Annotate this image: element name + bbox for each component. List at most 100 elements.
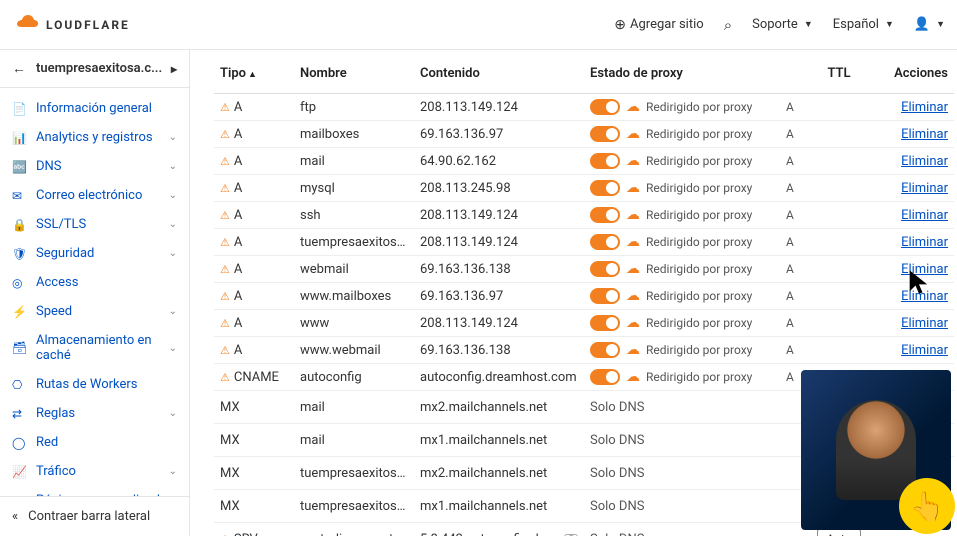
delete-link[interactable]: Eliminar [901,154,948,169]
cell-ttl [794,283,884,310]
sidebar-item-6[interactable]: ◎Access [0,268,189,297]
cell-content: 69.163.136.138 [414,337,584,364]
sidebar-item-4[interactable]: 🔒SSL/TLS⌄ [0,210,189,239]
table-row[interactable]: ⚠Atuempresaexitosa.c...208.113.149.124☁R… [214,229,954,256]
table-row[interactable]: ⚠Aftp208.113.149.124☁Redirigido por prox… [214,94,954,121]
proxy-toggle[interactable] [590,99,620,115]
cell-content: mx1.mailchannels.net [414,490,584,523]
cell-type: MX [214,424,294,457]
collapse-label: Contraer barra lateral [28,509,150,524]
cell-content: 208.113.245.98 [414,175,584,202]
cell-type: ⚠A [214,283,294,310]
cell-content: autoconfig.dreamhost.com [414,364,584,391]
sidebar-item-10[interactable]: ⇄Reglas⌄ [0,399,189,428]
support-dropdown[interactable]: Soporte ▼ [752,17,813,32]
chevron-down-icon: ▼ [804,19,813,30]
col-header-ttl[interactable]: TTL [794,54,884,94]
sidebar-item-0[interactable]: 📄Información general [0,94,189,123]
proxy-toggle[interactable] [590,369,620,385]
proxy-toggle[interactable] [590,153,620,169]
cell-actions: Eliminar [884,94,954,121]
cell-ttl [794,256,884,283]
col-header-proxy[interactable]: Estado de proxy [584,54,794,94]
proxy-toggle[interactable] [590,126,620,142]
proxy-toggle[interactable] [590,180,620,196]
delete-link[interactable]: Eliminar [901,316,948,331]
proxy-toggle[interactable] [590,288,620,304]
proxy-status-text: Redirigido por proxy [646,235,752,249]
add-site-button[interactable]: ⊕ Agregar sitio [614,17,703,33]
sidebar-item-12[interactable]: 📈Tráfico⌄ [0,457,189,486]
table-row[interactable]: ⚠Assh208.113.149.124☁Redirigido por prox… [214,202,954,229]
site-selector[interactable]: ← tuempresaexitosa.c... ▸ [0,50,189,88]
table-row[interactable]: ⚠Awww.webmail69.163.136.138☁Redirigido p… [214,337,954,364]
delete-link[interactable]: Eliminar [901,127,948,142]
delete-link[interactable]: Eliminar [901,235,948,250]
table-row[interactable]: ⚠Amail64.90.62.162☁Redirigido por proxyA… [214,148,954,175]
sidebar-item-3[interactable]: ✉Correo electrónico⌄ [0,181,189,210]
table-row[interactable]: ⚠Awww.mailboxes69.163.136.97☁Redirigido … [214,283,954,310]
table-row[interactable]: ⚠Amailboxes69.163.136.97☁Redirigido por … [214,121,954,148]
delete-link[interactable]: Eliminar [901,262,948,277]
cell-name: ssh [294,202,414,229]
collapse-sidebar-button[interactable]: « Contraer barra lateral [0,496,189,536]
cell-name: www [294,310,414,337]
sidebar-item-9[interactable]: ⎔Rutas de Workers [0,370,189,399]
table-row[interactable]: ⚠Amysql208.113.245.98☁Redirigido por pro… [214,175,954,202]
delete-link[interactable]: Eliminar [901,100,948,115]
proxy-toggle[interactable] [590,261,620,277]
cell-proxy: ☁Redirigido por proxyAutomático [584,364,794,391]
cell-content: 208.113.149.124 [414,94,584,121]
ttl-auto-text: Automático [786,127,794,141]
search-button[interactable]: ⌕ [724,16,732,34]
delete-link[interactable]: Eliminar [901,208,948,223]
ttl-auto-text: Automático [786,370,794,384]
nav-label: Red [36,435,58,450]
sidebar-item-5[interactable]: 🛡Seguridad⌄ [0,239,189,268]
chevron-right-icon: ▸ [171,62,177,76]
nav-icon: ◎ [12,276,26,290]
warning-icon: ⚠ [220,344,230,357]
table-row[interactable]: ⚠Awww208.113.149.124☁Redirigido por prox… [214,310,954,337]
cell-proxy: Solo DNS [584,424,794,457]
sidebar-item-8[interactable]: 🗃Almacenamiento en caché⌄ [0,326,189,370]
cell-proxy: ☁Redirigido por proxyAutomático [584,310,794,337]
proxy-toggle[interactable] [590,342,620,358]
sidebar-item-2[interactable]: 🔤DNS⌄ [0,152,189,181]
cell-type: ⚠A [214,202,294,229]
cloud-icon: ☁ [626,153,640,169]
nav-icon: 🔒 [12,218,26,232]
sidebar-item-7[interactable]: ⚡Speed⌄ [0,297,189,326]
presenter-image [836,400,916,500]
cell-type: ⚠A [214,148,294,175]
sidebar-item-11[interactable]: ◯Red [0,428,189,457]
cell-type: MX [214,457,294,490]
col-header-name[interactable]: Nombre [294,54,414,94]
cloud-icon [12,14,42,36]
cell-proxy: ☁Redirigido por proxyAutomático [584,148,794,175]
video-thumbnail[interactable]: 👆 [801,370,951,530]
proxy-toggle[interactable] [590,234,620,250]
delete-link[interactable]: Eliminar [901,343,948,358]
nav-icon: ⇄ [12,407,26,421]
proxy-status-text: Redirigido por proxy [646,154,752,168]
nav-label: Información general [36,101,152,116]
brand-logo[interactable]: LOUDFLARE [12,14,130,36]
add-site-label: Agregar sitio [630,17,704,32]
cell-content: 69.163.136.138 [414,256,584,283]
table-row[interactable]: ⚠Awebmail69.163.136.138☁Redirigido por p… [214,256,954,283]
col-header-type[interactable]: Tipo▲ [214,54,294,94]
proxy-status-text: Redirigido por proxy [646,262,752,276]
sidebar-item-1[interactable]: 📊Analytics y registros⌄ [0,123,189,152]
nav-icon: 📈 [12,465,26,479]
col-header-content[interactable]: Contenido [414,54,584,94]
proxy-status-text: Redirigido por proxy [646,127,752,141]
account-dropdown[interactable]: 👤 ▼ [914,17,945,32]
delete-link[interactable]: Eliminar [901,181,948,196]
header-bar: LOUDFLARE ⊕ Agregar sitio ⌕ Soporte ▼ Es… [0,0,957,50]
cell-actions: Eliminar [884,229,954,256]
proxy-toggle[interactable] [590,207,620,223]
delete-link[interactable]: Eliminar [901,289,948,304]
proxy-toggle[interactable] [590,315,620,331]
language-dropdown[interactable]: Español ▼ [833,17,894,32]
